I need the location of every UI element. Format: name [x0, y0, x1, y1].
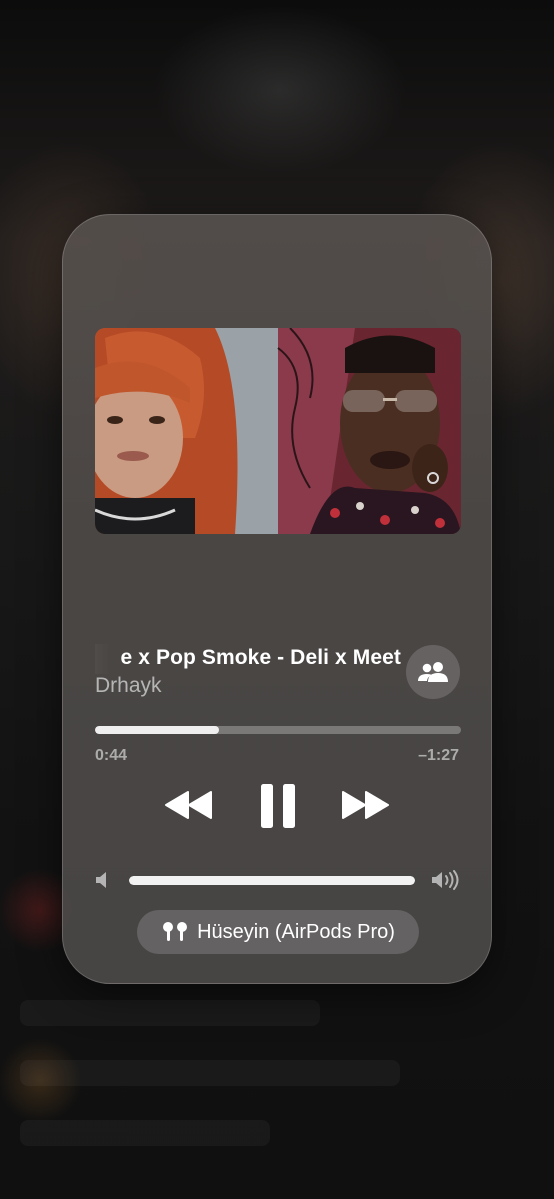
pause-icon	[261, 784, 295, 828]
remaining-time: –1:27	[418, 747, 459, 764]
fast-forward-icon	[342, 791, 389, 819]
rewind-icon	[165, 791, 212, 819]
pause-button[interactable]	[253, 781, 303, 831]
now-playing-card: e x Pop Smoke - Deli x Meet Drhayk 0:44 …	[62, 214, 492, 984]
track-title: e x Pop Smoke - Deli x Meet	[120, 646, 401, 669]
audio-output-button[interactable]: Hüseyin (AirPods Pro)	[137, 910, 419, 954]
fast-forward-button[interactable]	[337, 785, 393, 825]
album-artwork	[95, 328, 461, 534]
shareplay-people-icon	[418, 662, 448, 682]
background-row	[20, 1060, 400, 1086]
track-artist[interactable]: Drhayk	[95, 674, 162, 698]
output-device-label: Hüseyin (AirPods Pro)	[197, 920, 395, 943]
playback-scrubber[interactable]	[95, 726, 461, 734]
background-row	[20, 1120, 270, 1146]
volume-level-fill	[129, 876, 415, 885]
elapsed-time: 0:44	[95, 747, 128, 764]
rewind-button[interactable]	[161, 785, 217, 825]
speaker-low-icon	[95, 870, 109, 890]
track-title-marquee: e x Pop Smoke - Deli x Meet	[95, 644, 401, 674]
background-row	[20, 1000, 320, 1026]
airpods-icon	[163, 922, 188, 941]
marquee-fade	[95, 644, 111, 674]
shareplay-button[interactable]	[406, 645, 460, 699]
playback-progress-fill	[95, 726, 220, 734]
speaker-high-icon	[431, 870, 461, 890]
volume-slider[interactable]	[129, 876, 415, 885]
